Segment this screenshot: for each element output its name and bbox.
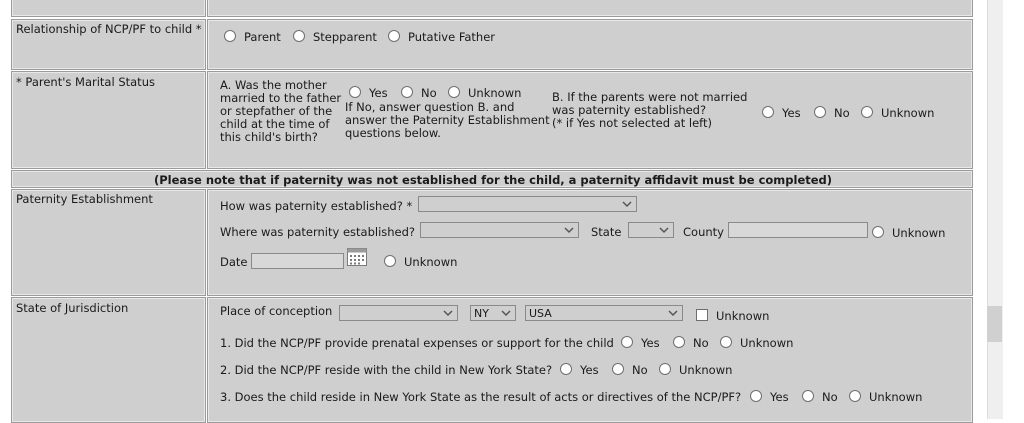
question-2-yes-radio[interactable] xyxy=(560,363,572,375)
question-a-unknown-radio[interactable] xyxy=(448,86,460,98)
paternity-affidavit-notice: (Please note that if paternity was not e… xyxy=(154,173,833,187)
question-a-yes-radio[interactable] xyxy=(349,86,361,98)
conception-state-value: NY xyxy=(474,307,489,320)
question-b-unknown-label: Unknown xyxy=(881,106,935,120)
scrollbar-thumb[interactable] xyxy=(987,306,1002,342)
where-established-label: Where was paternity established? xyxy=(220,225,416,239)
conception-state-select[interactable]: NY xyxy=(470,305,516,321)
question-b-yes-label: Yes xyxy=(782,106,801,120)
question-1-yes-radio[interactable] xyxy=(621,336,633,348)
county-input[interactable] xyxy=(728,222,868,238)
date-unknown-label: Unknown xyxy=(404,255,458,269)
calendar-icon[interactable] xyxy=(347,248,367,266)
question-2-no-label: No xyxy=(632,363,648,377)
question-3-yes-radio[interactable] xyxy=(750,390,762,402)
relationship-putative-father-radio[interactable] xyxy=(388,30,400,42)
question-3-unknown-label: Unknown xyxy=(869,390,923,404)
conception-unknown-checkbox[interactable] xyxy=(696,309,708,321)
chevron-down-icon xyxy=(564,227,574,234)
question-2-no-radio[interactable] xyxy=(612,363,624,375)
date-label: Date xyxy=(220,255,248,269)
jurisdiction-label-cell xyxy=(11,297,206,423)
chevron-down-icon xyxy=(659,227,669,234)
county-label: County xyxy=(683,225,724,239)
chevron-down-icon xyxy=(501,310,511,317)
where-established-select[interactable] xyxy=(420,222,579,238)
question-b-yes-radio[interactable] xyxy=(762,106,774,118)
question-3-unknown-radio[interactable] xyxy=(849,390,861,402)
vertical-scrollbar[interactable] xyxy=(987,0,1003,419)
question-3-no-radio[interactable] xyxy=(802,390,814,402)
question-1-no-radio[interactable] xyxy=(673,336,685,348)
chevron-down-icon xyxy=(668,310,678,317)
question-b-no-label: No xyxy=(834,106,850,120)
question-2-text: 2. Did the NCP/PF reside with the child … xyxy=(220,363,553,377)
place-of-conception-select[interactable] xyxy=(339,305,458,321)
relationship-stepparent-label: Stepparent xyxy=(313,30,377,44)
question-a-note: If No, answer question B. and answer the… xyxy=(345,100,550,140)
question-1-no-label: No xyxy=(693,336,709,350)
top-row-value-cell xyxy=(207,0,973,17)
chevron-down-icon xyxy=(622,201,632,208)
question-1-yes-label: Yes xyxy=(641,336,660,350)
how-established-label: How was paternity established? * xyxy=(220,199,413,213)
marital-status-label: * Parent's Marital Status xyxy=(16,75,155,89)
question-a-no-label: No xyxy=(421,86,437,100)
paternity-establishment-label: Paternity Establishment xyxy=(16,192,153,206)
how-established-select[interactable] xyxy=(418,196,637,212)
question-2-yes-label: Yes xyxy=(580,363,599,377)
question-a-unknown-label: Unknown xyxy=(468,86,522,100)
county-unknown-label: Unknown xyxy=(892,226,946,240)
question-1-unknown-radio[interactable] xyxy=(720,336,732,348)
question-a-yes-label: Yes xyxy=(369,86,388,100)
question-3-yes-label: Yes xyxy=(770,390,789,404)
conception-country-value: USA xyxy=(529,307,552,320)
question-3-text: 3. Does the child reside in New York Sta… xyxy=(220,390,742,404)
relationship-parent-label: Parent xyxy=(244,30,281,44)
date-input[interactable] xyxy=(251,253,344,269)
question-b-text: B. If the parents were not married was p… xyxy=(552,90,748,130)
question-a-text: A. Was the mother married to the father … xyxy=(220,78,342,144)
chevron-down-icon xyxy=(443,310,453,317)
question-1-unknown-label: Unknown xyxy=(740,336,794,350)
date-unknown-radio[interactable] xyxy=(384,255,396,267)
state-of-jurisdiction-label: State of Jurisdiction xyxy=(16,301,129,315)
county-unknown-radio[interactable] xyxy=(872,226,884,238)
state-select[interactable] xyxy=(628,222,674,238)
state-label: State xyxy=(591,225,622,239)
question-2-unknown-radio[interactable] xyxy=(659,363,671,375)
question-b-unknown-radio[interactable] xyxy=(861,106,873,118)
question-b-no-radio[interactable] xyxy=(814,106,826,118)
relationship-putative-father-label: Putative Father xyxy=(408,30,496,44)
question-2-unknown-label: Unknown xyxy=(679,363,733,377)
relationship-value-cell xyxy=(207,19,973,70)
question-3-no-label: No xyxy=(822,390,838,404)
question-1-text: 1. Did the NCP/PF provide prenatal expen… xyxy=(220,336,614,350)
conception-country-select[interactable]: USA xyxy=(525,305,683,321)
relationship-label: Relationship of NCP/PF to child * xyxy=(16,22,202,36)
conception-unknown-label: Unknown xyxy=(716,309,770,323)
place-of-conception-label: Place of conception xyxy=(220,304,333,318)
relationship-parent-radio[interactable] xyxy=(224,30,236,42)
question-a-no-radio[interactable] xyxy=(401,86,413,98)
top-row-label-cell xyxy=(11,0,206,17)
relationship-stepparent-radio[interactable] xyxy=(293,30,305,42)
